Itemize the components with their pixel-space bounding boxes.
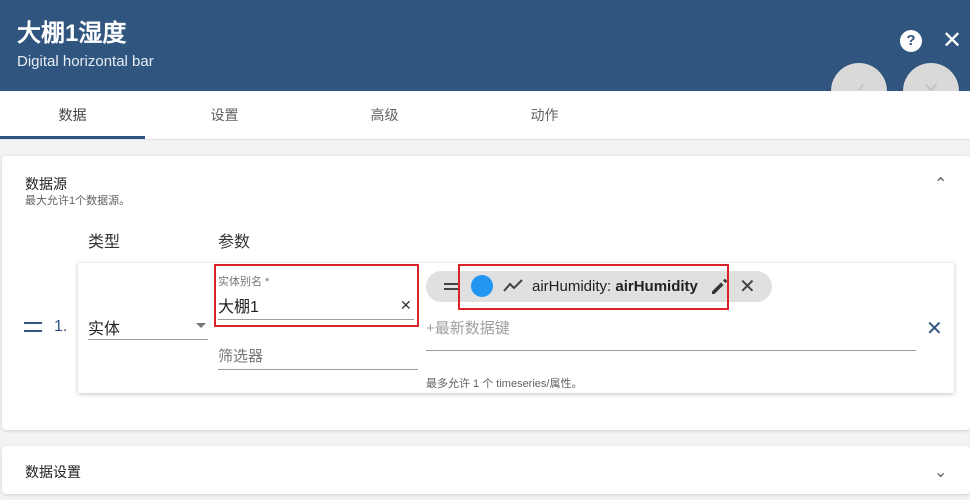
tab-actions[interactable]: 动作 (472, 91, 617, 140)
column-header-params: 参数 (218, 234, 251, 251)
data-settings-title: 数据设置 (25, 464, 81, 480)
help-icon[interactable]: ? (900, 30, 922, 52)
active-tab-indicator (0, 136, 145, 139)
widget-title: 大棚1湿度 (17, 20, 127, 47)
row-index: 1. (54, 318, 68, 335)
close-icon[interactable]: ✕ (941, 29, 963, 53)
tab-bar: 数据 设置 高级 动作 (0, 91, 970, 140)
highlight-box-alias (214, 264, 419, 327)
column-header-type: 类型 (88, 234, 121, 251)
highlight-box-key (458, 264, 729, 310)
remove-datasource-icon[interactable]: ✕ (926, 316, 943, 341)
dropdown-arrow-icon (196, 323, 206, 328)
add-data-key-input[interactable]: +最新数据键 (426, 315, 916, 351)
tab-settings[interactable]: 设置 (152, 91, 297, 140)
drag-handle-icon[interactable] (444, 283, 458, 290)
chevron-down-icon[interactable]: ⌄ (934, 462, 947, 482)
remove-key-icon[interactable]: ✕ (739, 274, 756, 299)
filter-input[interactable]: 筛选器 (218, 343, 418, 370)
tab-advanced[interactable]: 高级 (312, 91, 457, 140)
chevron-up-icon[interactable]: ⌃ (934, 174, 947, 194)
drag-handle-icon[interactable] (24, 322, 42, 332)
type-select[interactable]: 实体 (88, 315, 208, 340)
data-settings-panel[interactable]: 数据设置 ⌄ (2, 446, 970, 494)
dialog-header: 大棚1湿度 Digital horizontal bar ? ✕ (0, 0, 970, 91)
type-select-value: 实体 (88, 321, 121, 338)
key-limit-hint: 最多允许 1 个 timeseries/属性。 (426, 378, 583, 390)
datasources-panel: 数据源 最大允许1个数据源。 ⌃ 类型 参数 1. 实体 实体别名 * 大棚1 … (2, 156, 970, 430)
datasources-title: 数据源 (25, 176, 67, 192)
datasource-row: 实体 实体别名 * 大棚1 ✕ 筛选器 airHumidity: airHumi… (78, 263, 954, 393)
tab-data[interactable]: 数据 (0, 91, 145, 140)
filter-placeholder: 筛选器 (218, 348, 264, 365)
datasources-hint: 最大允许1个数据源。 (25, 195, 131, 207)
widget-subtitle: Digital horizontal bar (17, 53, 154, 70)
add-key-placeholder: +最新数据键 (426, 320, 510, 337)
